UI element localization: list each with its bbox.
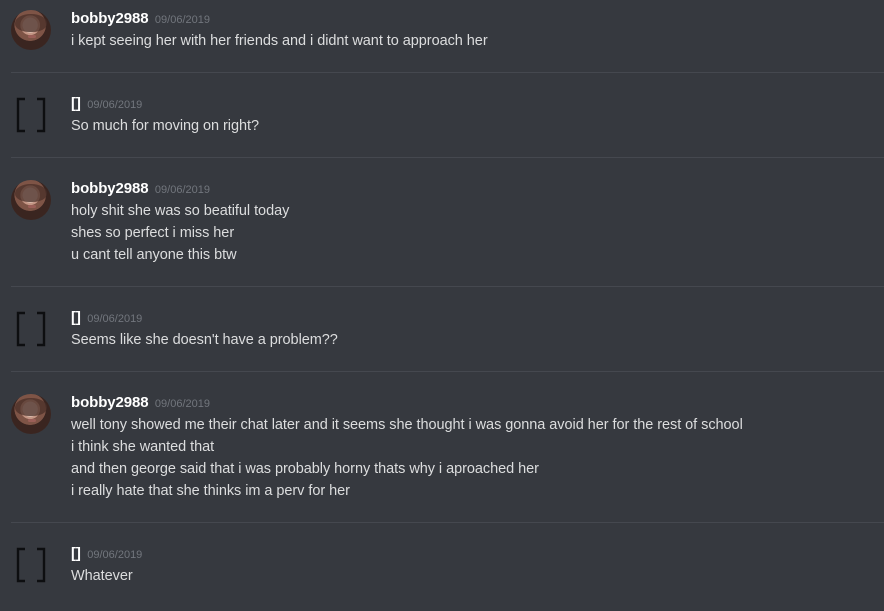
chat-log: bobby2988 09/06/2019 i kept seeing her w… <box>0 0 884 611</box>
timestamp[interactable]: 09/06/2019 <box>87 313 142 325</box>
message-header: [] 09/06/2019 <box>71 545 142 563</box>
message-content: Seems like she doesn't have a problem?? <box>71 329 338 351</box>
message-line: shes so perfect i miss her <box>71 225 235 241</box>
username[interactable]: [] <box>71 545 81 562</box>
message-line: holy shit she was so beatiful today <box>71 203 290 219</box>
username[interactable]: bobby2988 <box>71 394 149 411</box>
username[interactable]: bobby2988 <box>71 180 149 197</box>
message-divider <box>11 72 884 73</box>
timestamp[interactable]: 09/06/2019 <box>155 184 210 196</box>
message-line: well tony showed me their chat later and… <box>71 417 743 433</box>
message-line: i really hate that she thinks im a perv … <box>71 483 350 499</box>
message-line: i think she wanted that <box>71 439 215 455</box>
message-header: [] 09/06/2019 <box>71 95 142 113</box>
message-content: holy shit she was so beatiful today shes… <box>71 200 289 266</box>
brackets-icon[interactable] <box>15 309 47 349</box>
user-avatar[interactable] <box>11 394 51 434</box>
timestamp[interactable]: 09/06/2019 <box>87 549 142 561</box>
message-divider <box>11 522 884 523</box>
timestamp[interactable]: 09/06/2019 <box>87 99 142 111</box>
message-line: So much for moving on right? <box>71 118 259 134</box>
message-line: Seems like she doesn't have a problem?? <box>71 332 338 348</box>
username[interactable]: [] <box>71 95 81 112</box>
brackets-icon[interactable] <box>15 545 47 585</box>
message-content: So much for moving on right? <box>71 115 259 137</box>
message-divider <box>11 371 884 372</box>
message-group: bobby2988 09/06/2019 well tony showed me… <box>0 0 884 499</box>
message-line: Whatever <box>71 568 133 584</box>
message-header: bobby2988 09/06/2019 <box>71 180 210 198</box>
message-line: u cant tell anyone this btw <box>71 247 237 263</box>
message-header: [] 09/06/2019 <box>71 309 142 327</box>
message-header: bobby2988 09/06/2019 <box>71 394 210 412</box>
brackets-icon[interactable] <box>15 95 47 135</box>
username[interactable]: [] <box>71 309 81 326</box>
user-avatar[interactable] <box>11 180 51 220</box>
message-content: well tony showed me their chat later and… <box>71 414 743 502</box>
timestamp[interactable]: 09/06/2019 <box>155 398 210 410</box>
message-line: and then george said that i was probably… <box>71 461 539 477</box>
message-divider <box>11 286 884 287</box>
message-divider <box>11 157 884 158</box>
message-content: Whatever <box>71 565 133 587</box>
